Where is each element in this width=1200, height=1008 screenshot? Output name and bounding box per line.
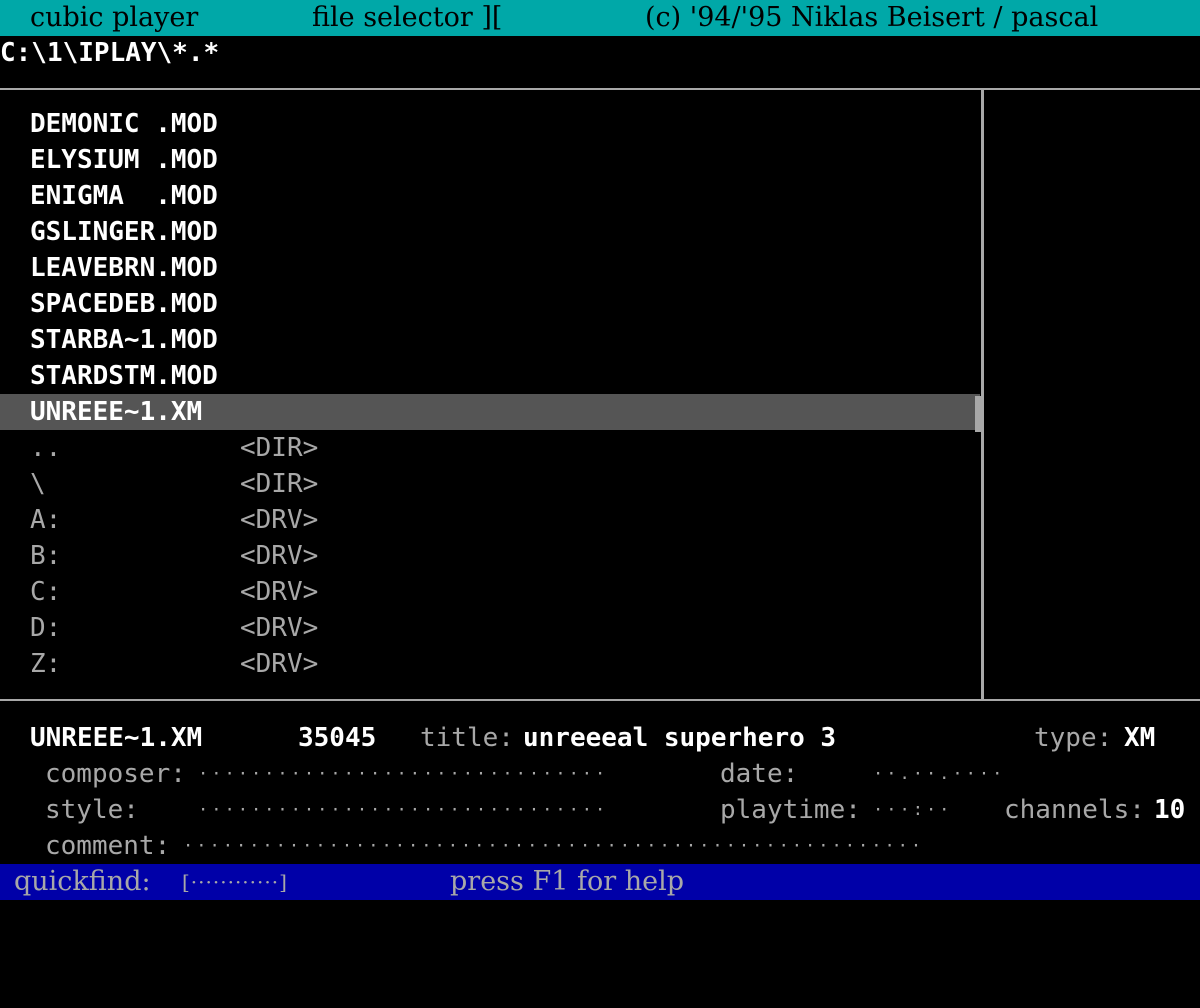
file-list[interactable]: DEMONIC .MOD ELYSIUM .MOD ENIGMA .MOD GSLIN… bbox=[0, 106, 980, 682]
file-item[interactable]: LEAVEBRN.MOD bbox=[0, 250, 980, 286]
file-name: D: bbox=[30, 613, 62, 643]
file-name: UNREEE~1.XM bbox=[30, 397, 203, 427]
date-label: date: bbox=[720, 759, 799, 789]
drive-item[interactable]: A: <DRV> bbox=[0, 502, 980, 538]
file-type-tag: <DRV> bbox=[240, 541, 319, 571]
copyright-text: (c) '94/'95 Niklas Beisert / pascal bbox=[645, 2, 1099, 33]
quickfind-bar: quickfind: [············] press F1 for h… bbox=[0, 864, 1200, 900]
date-value: ··.··.···· bbox=[873, 764, 1006, 784]
file-name: STARDSTM.MOD bbox=[30, 361, 218, 391]
file-type-tag: <DRV> bbox=[240, 613, 319, 643]
drive-item[interactable]: B: <DRV> bbox=[0, 538, 980, 574]
file-name: C: bbox=[30, 577, 62, 607]
title-bar: cubic player file selector ][ (c) '94/'9… bbox=[0, 0, 1200, 36]
quickfind-input[interactable]: [············] bbox=[182, 864, 288, 900]
style-value: ······························· bbox=[198, 800, 609, 820]
title-label: title: bbox=[420, 723, 514, 753]
info-filesize: 35045 bbox=[298, 723, 377, 753]
selection-marker bbox=[975, 396, 981, 432]
type-value: XM bbox=[1124, 723, 1156, 753]
file-name: A: bbox=[30, 505, 62, 535]
drive-item[interactable]: D: <DRV> bbox=[0, 610, 980, 646]
title-value: unreeeal superhero 3 bbox=[523, 723, 837, 753]
file-item[interactable]: ENIGMA .MOD bbox=[0, 178, 980, 214]
file-item[interactable]: STARBA~1.MOD bbox=[0, 322, 980, 358]
file-item[interactable]: UNREEE~1.XM bbox=[0, 394, 980, 430]
file-name: LEAVEBRN.MOD bbox=[30, 253, 218, 283]
playlist-panel[interactable] bbox=[985, 90, 1200, 699]
file-type-tag: <DRV> bbox=[240, 649, 319, 679]
file-name: DEMONIC .MOD bbox=[30, 109, 218, 139]
file-name: STARBA~1.MOD bbox=[30, 325, 218, 355]
directory-item[interactable]: \ <DIR> bbox=[0, 466, 980, 502]
playtime-label: playtime: bbox=[720, 795, 861, 825]
list-bottom-border bbox=[0, 699, 1200, 701]
type-label: type: bbox=[1034, 723, 1113, 753]
file-type-tag: <DIR> bbox=[240, 433, 319, 463]
quickfind-label: quickfind: bbox=[14, 866, 151, 897]
file-item[interactable]: GSLINGER.MOD bbox=[0, 214, 980, 250]
file-name: ELYSIUM .MOD bbox=[30, 145, 218, 175]
file-name: GSLINGER.MOD bbox=[30, 217, 218, 247]
comment-value: ········································… bbox=[183, 836, 925, 856]
channels-label: channels: bbox=[1004, 795, 1145, 825]
file-name: ENIGMA .MOD bbox=[30, 181, 218, 211]
file-item[interactable]: SPACEDEB.MOD bbox=[0, 286, 980, 322]
file-type-tag: <DRV> bbox=[240, 577, 319, 607]
app-name: cubic player bbox=[30, 2, 199, 33]
file-name: \ bbox=[30, 469, 46, 499]
file-name: .. bbox=[30, 433, 62, 463]
drive-item[interactable]: Z: <DRV> bbox=[0, 646, 980, 682]
file-type-tag: <DIR> bbox=[240, 469, 319, 499]
comment-label: comment: bbox=[45, 831, 171, 861]
current-path: C:\1\IPLAY\*.* bbox=[0, 38, 220, 68]
file-name: SPACEDEB.MOD bbox=[30, 289, 218, 319]
screen-name: file selector ][ bbox=[312, 2, 503, 33]
drive-item[interactable]: C: <DRV> bbox=[0, 574, 980, 610]
list-divider bbox=[981, 90, 984, 700]
file-item[interactable]: ELYSIUM .MOD bbox=[0, 142, 980, 178]
file-item[interactable]: STARDSTM.MOD bbox=[0, 358, 980, 394]
composer-label: composer: bbox=[45, 759, 186, 789]
file-item[interactable]: DEMONIC .MOD bbox=[0, 106, 980, 142]
help-hint: press F1 for help bbox=[450, 866, 684, 897]
composer-value: ······························· bbox=[198, 764, 609, 784]
file-type-tag: <DRV> bbox=[240, 505, 319, 535]
file-name: B: bbox=[30, 541, 62, 571]
info-filename: UNREEE~1.XM bbox=[30, 723, 203, 753]
style-label: style: bbox=[45, 795, 139, 825]
file-name: Z: bbox=[30, 649, 62, 679]
playtime-value: ···:·· bbox=[873, 800, 953, 820]
channels-value: 10 bbox=[1154, 795, 1186, 825]
directory-item[interactable]: .. <DIR> bbox=[0, 430, 980, 466]
